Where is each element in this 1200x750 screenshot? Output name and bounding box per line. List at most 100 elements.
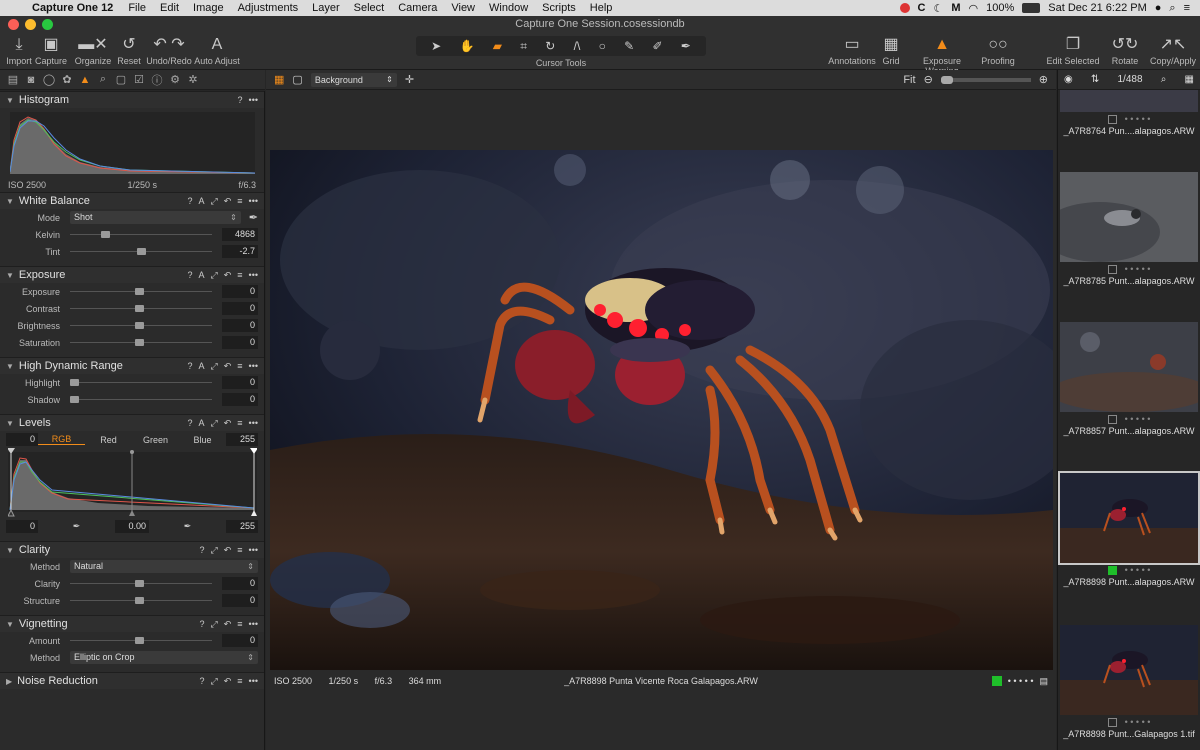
thumb-checkbox-green[interactable] [1107, 565, 1117, 575]
clock[interactable]: Sat Dec 21 6:22 PM [1048, 2, 1146, 14]
menu-adjustments[interactable]: Adjustments [231, 2, 306, 14]
add-icon[interactable]: ✛ [405, 73, 414, 86]
highlight-slider[interactable] [70, 374, 212, 391]
tab-rgb[interactable]: RGB [38, 434, 85, 445]
capture-button[interactable]: ▣ Capture [35, 34, 67, 66]
menu-file[interactable]: File [121, 2, 153, 14]
copy-apply-button[interactable]: ↗↖ Copy/Apply [1148, 34, 1198, 66]
thumb-checkbox[interactable] [1107, 414, 1117, 424]
expand-icon[interactable]: ⤢ [211, 418, 218, 429]
shadow-knob[interactable] [70, 396, 79, 403]
tint-slider[interactable] [70, 243, 212, 260]
levels-input-left[interactable]: 0 [6, 433, 38, 446]
m-icon[interactable]: M [951, 2, 960, 14]
sort-icon[interactable]: ⇅ [1091, 74, 1099, 85]
more-icon[interactable]: ••• [249, 95, 258, 105]
auto-icon[interactable]: A [199, 418, 205, 429]
import-button[interactable]: ⤓ Import [6, 34, 32, 66]
presets-icon[interactable]: ≡ [237, 270, 242, 281]
rating-dots[interactable]: • • • • • [1125, 565, 1151, 575]
expand-icon[interactable]: ⤢ [211, 676, 218, 687]
menu-image[interactable]: Image [186, 2, 231, 14]
help-icon[interactable]: ? [188, 361, 193, 372]
gradient-icon[interactable]: ✐ [652, 39, 662, 53]
black-eyedropper-icon[interactable]: ✒ [73, 521, 81, 532]
details-tab-icon[interactable]: ⌕ [96, 73, 110, 86]
background-select[interactable]: Background ⇕ [310, 72, 397, 87]
brightness-knob[interactable] [135, 322, 145, 329]
zoom-in-icon[interactable]: ⊕ [1039, 73, 1048, 86]
saturation-knob[interactable] [135, 339, 145, 346]
browser-thumb[interactable]: • • • • • _A7R8764 Pun....alapagos.ARW [1060, 90, 1198, 138]
expand-icon[interactable]: ⤢ [211, 270, 218, 281]
rotate-cursor-icon[interactable]: ↻ [545, 39, 555, 53]
tab-green[interactable]: Green [132, 435, 179, 445]
vignetting-header[interactable]: ▼ Vignetting? ⤢ ↶ ≡ ••• [0, 615, 264, 632]
white-eyedropper-icon[interactable]: ✒ [184, 521, 192, 532]
reset-icon[interactable]: ↶ [224, 619, 232, 630]
battery-icon[interactable] [1022, 3, 1041, 13]
white-balance-header[interactable]: ▼ White Balance? A ⤢ ↶ ≡ ••• [0, 192, 264, 209]
exposure-header[interactable]: ▼ Exposure? A ⤢ ↶ ≡ ••• [0, 266, 264, 283]
edit-selected-button[interactable]: ❐ Edit Selected [1046, 34, 1100, 66]
structure-slider[interactable] [70, 592, 212, 609]
menu-scripts[interactable]: Scripts [535, 2, 583, 14]
thumb-image[interactable] [1060, 625, 1198, 715]
thumb-checkbox[interactable] [1107, 114, 1117, 124]
brightness-slider[interactable] [70, 317, 212, 334]
menu-app-name[interactable]: Capture One 12 [28, 2, 121, 14]
help-icon[interactable]: ? [188, 196, 193, 207]
batch-tab-icon[interactable]: ✲ [186, 73, 200, 86]
rating-dots[interactable]: • • • • • [1125, 264, 1151, 274]
presets-icon[interactable]: ≡ [237, 418, 242, 429]
exposure-slider[interactable] [70, 283, 212, 300]
thumb-image[interactable] [1060, 322, 1198, 412]
presets-icon[interactable]: ≡ [237, 196, 242, 207]
exposure-tab-icon[interactable]: ▲ [78, 74, 92, 86]
highlight-value[interactable]: 0 [222, 376, 258, 389]
multi-view-icon[interactable]: ▦ [274, 73, 284, 86]
more-icon[interactable]: ••• [249, 361, 258, 372]
exposure-knob[interactable] [135, 288, 145, 295]
exposure-value[interactable]: 0 [222, 285, 258, 298]
rating-dots[interactable]: • • • • • [1125, 717, 1151, 727]
saturation-value[interactable]: 0 [222, 336, 258, 349]
auto-icon[interactable]: A [199, 361, 205, 372]
user-icon[interactable]: ● [1155, 2, 1162, 14]
more-icon[interactable]: ••• [249, 270, 258, 281]
grid-button[interactable]: ▦ Grid [878, 34, 904, 66]
levels-graph[interactable] [7, 448, 258, 518]
vignetting-amount-knob[interactable] [135, 637, 145, 644]
status-icon[interactable] [899, 3, 910, 13]
metadata-tab-icon[interactable]: ⓘ [150, 72, 164, 88]
clarity-value[interactable]: 0 [222, 577, 258, 590]
levels-input-right[interactable]: 255 [226, 433, 258, 446]
clarity-slider[interactable] [70, 575, 212, 592]
clarity-header[interactable]: ▼ Clarity? ⤢ ↶ ≡ ••• [0, 541, 264, 558]
contrast-knob[interactable] [135, 305, 145, 312]
undo-redo-button[interactable]: ↶ ↷ Undo/Redo [146, 34, 192, 66]
more-icon[interactable]: ••• [249, 418, 258, 429]
help-icon[interactable]: ? [188, 418, 193, 429]
reset-button[interactable]: ↺ Reset [116, 34, 142, 66]
rating-dots[interactable]: • • • • • [1125, 414, 1151, 424]
browser-thumb[interactable]: • • • • • _A7R8898 Punt...Galapagos 1.ti… [1060, 625, 1198, 741]
menu-window[interactable]: Window [482, 2, 535, 14]
reset-icon[interactable]: ↶ [224, 196, 232, 207]
vignetting-method-select[interactable]: Elliptic on Crop ⇕ [70, 651, 258, 664]
tint-knob[interactable] [136, 248, 146, 255]
organize-button[interactable]: ▬✕ Organize [74, 34, 112, 66]
menu-edit[interactable]: Edit [153, 2, 186, 14]
search-icon[interactable]: ⌕ [1169, 2, 1175, 15]
browser-thumb-selected[interactable]: • • • • • _A7R8898 Punt...alapagos.ARW [1058, 471, 1200, 589]
presets-icon[interactable]: ≡ [237, 361, 242, 372]
single-view-icon[interactable]: ▢ [292, 73, 302, 86]
thumb-checkbox[interactable] [1107, 717, 1117, 727]
capture-tab-icon[interactable]: ◙ [24, 74, 38, 86]
proofing-button[interactable]: ○○ Proofing [980, 34, 1016, 66]
kelvin-value[interactable]: 4868 [222, 228, 258, 241]
moon-icon[interactable]: ☾ [934, 2, 944, 15]
help-icon[interactable]: ? [238, 95, 243, 105]
spot-icon[interactable]: ○ [599, 39, 606, 53]
expand-icon[interactable]: ⤢ [211, 361, 218, 372]
